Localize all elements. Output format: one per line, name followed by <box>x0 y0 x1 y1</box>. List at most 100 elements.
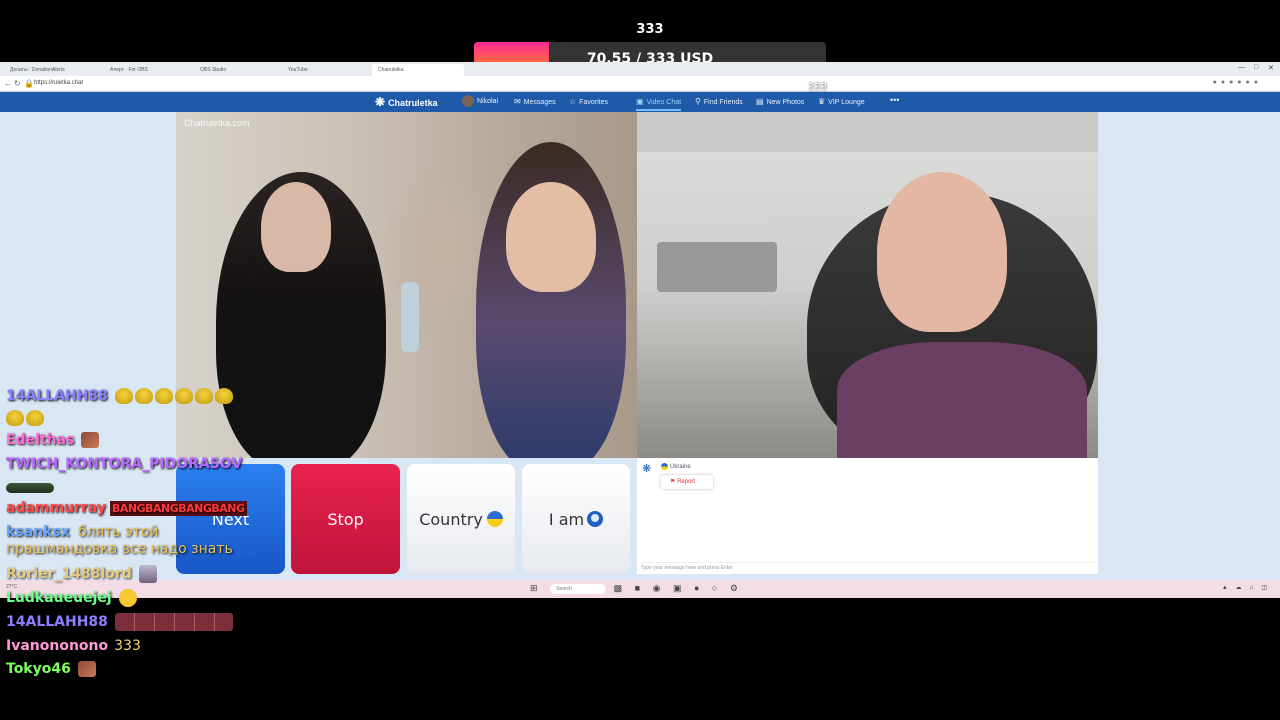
chat-username: 14ALLAHH88 <box>6 614 108 630</box>
bottle <box>401 282 419 352</box>
video-watermark: Chatruletka.com <box>184 118 250 128</box>
partner-country: Ukraine <box>661 463 691 470</box>
task-view-icon[interactable]: ▩ <box>614 583 628 593</box>
person-right-face <box>506 182 596 292</box>
chat-username: Ivanononono <box>6 638 109 654</box>
nav-user[interactable]: Nikolai <box>462 95 498 107</box>
chat-message: Edelthas <box>6 432 100 448</box>
browser-icon[interactable]: ◉ <box>653 583 666 593</box>
chat-username: Rorier_1488lord <box>6 566 132 582</box>
chat-username: Tokyo46 <box>6 661 71 677</box>
chat-message: Ivanononono 333 <box>6 638 141 654</box>
maximize-icon[interactable]: □ <box>1254 64 1258 71</box>
flag-icon: ⚑ <box>670 479 676 485</box>
system-tray[interactable]: ▲ ☁ ♫ ◫ <box>1222 584 1270 591</box>
browser-tab-active[interactable]: Chatruletka <box>372 64 464 76</box>
chat-message: Tokyo46 <box>6 661 96 677</box>
browser-tab[interactable]: Алерт · For OBS <box>104 64 192 76</box>
nav-messages[interactable]: ✉ Messages <box>514 97 556 106</box>
ukraine-flag-icon <box>486 511 503 527</box>
chat-username: adammurray <box>6 500 107 516</box>
url-text: https://ruletka.chat <box>34 80 84 86</box>
site-nav: ❋ Chatruletka Nikolai ✉ Messages ☆ Favorite… <box>0 92 1280 112</box>
person-left-face <box>261 182 331 272</box>
nav-find-friends[interactable]: ⚲ Find Friends <box>695 97 743 106</box>
i-am-button[interactable]: I am <box>522 464 630 574</box>
chat-username: Ludkaueuejej <box>6 590 112 606</box>
star-icon: ☆ <box>569 97 577 106</box>
chat-text: блять этой прашмандовка все надо знать <box>6 524 233 557</box>
refresh-icon[interactable]: ↻ <box>14 79 21 88</box>
stranger-video: Chatruletka.com <box>176 112 637 458</box>
chat-message-continuation <box>6 480 54 496</box>
minimize-icon[interactable]: — <box>1238 64 1245 71</box>
folder-icon[interactable]: ■ <box>635 583 645 593</box>
chat-message: Ludkaueuejej <box>6 589 137 607</box>
avatar <box>462 95 474 107</box>
logo-icon: ❋ <box>375 95 386 109</box>
chat-message: 14ALLAHH88 <box>6 388 233 404</box>
emote-icon <box>77 661 96 677</box>
ceiling <box>637 112 1098 152</box>
kitchen-counter <box>657 242 777 292</box>
emote-icon <box>114 388 133 404</box>
chat-message: 14ALLAHH88 <box>6 613 233 631</box>
chat-message: TWICH_KONTORA_PIDORASOV <box>6 456 242 472</box>
video-icon: ▣ <box>636 97 644 106</box>
browser-tab[interactable]: Донаты · DonationAlerts <box>4 64 102 76</box>
browser-window: Донаты · DonationAlerts Алерт · For OBS … <box>0 62 1280 598</box>
browser-tab[interactable]: YouTube <box>282 64 366 76</box>
browser-tab[interactable]: OBS Studio <box>194 64 278 76</box>
lock-icon: 🔒 <box>24 79 34 88</box>
logo-icon: ❋ <box>642 463 652 475</box>
app-icon[interactable]: ○ <box>712 583 722 593</box>
emote-icon <box>154 388 173 404</box>
country-button[interactable]: Country <box>407 464 515 574</box>
stop-button[interactable]: Stop <box>291 464 400 574</box>
emote-icon <box>114 613 233 631</box>
search-icon: ⚲ <box>695 97 701 106</box>
emote-icon <box>118 589 137 607</box>
emote-icon <box>26 410 44 426</box>
emote-icon <box>194 388 213 404</box>
emote-icon <box>81 432 100 448</box>
photo-icon: ▤ <box>756 97 764 106</box>
nav-new-photos[interactable]: ▤ New Photos <box>756 97 804 106</box>
site-logo[interactable]: ❋ Chatruletka <box>375 95 438 109</box>
chat-message-continuation <box>6 410 44 426</box>
emote-icon <box>214 388 233 404</box>
mail-icon: ✉ <box>514 97 521 106</box>
taskbar: 27°C ⊞ Search ▩ ■ ◉ ▣ ● ○ ⚙ ▲ ☁ ♫ ◫ <box>0 580 1280 598</box>
store-icon[interactable]: ▣ <box>673 583 687 593</box>
tab-strip: Донаты · DonationAlerts Алерт · For OBS … <box>0 62 1280 76</box>
windows-start-icon[interactable]: ⊞ <box>530 583 543 593</box>
crown-icon: ♛ <box>818 97 826 106</box>
emote-icon <box>134 388 153 404</box>
emote-icon <box>174 388 193 404</box>
close-icon[interactable]: ✕ <box>1268 64 1274 72</box>
extension-icons[interactable]: ●●●●●● <box>1213 79 1262 86</box>
goal-title: 333 <box>636 22 664 37</box>
chat-username: Edelthas <box>6 432 75 448</box>
emote-icon <box>6 410 24 426</box>
self-video <box>637 112 1098 458</box>
chat-text: BANGBANGBANGBANG <box>110 500 247 516</box>
chat-text: 333 <box>114 638 141 654</box>
nav-favorites[interactable]: ☆ Favorites <box>569 97 608 106</box>
emote-icon <box>138 565 157 583</box>
app-icon[interactable]: ● <box>694 583 704 593</box>
person-face <box>877 172 1007 332</box>
settings-icon[interactable]: ⚙ <box>730 583 743 593</box>
message-input[interactable]: Type your message here and press Enter <box>641 562 1094 572</box>
taskbar-search[interactable]: Search <box>550 583 607 594</box>
person-shirt <box>837 342 1087 458</box>
report-button[interactable]: ⚑ Report <box>661 475 713 489</box>
back-icon[interactable]: ← <box>4 79 12 88</box>
emote-icon <box>6 483 54 493</box>
chat-username: 14ALLAHH88 <box>6 388 108 404</box>
nav-video-chat[interactable]: ▣ Video Chat <box>636 97 682 111</box>
chat-panel: ❋ Ukraine ⚑ Report Type your message her… <box>637 458 1098 574</box>
nav-vip-lounge[interactable]: ♛ VIP Lounge <box>818 97 865 106</box>
address-bar[interactable]: ← ↻ 🔒 https://ruletka.chat ●●●●●● <box>0 76 1280 92</box>
more-menu-icon[interactable]: ••• <box>890 95 899 105</box>
